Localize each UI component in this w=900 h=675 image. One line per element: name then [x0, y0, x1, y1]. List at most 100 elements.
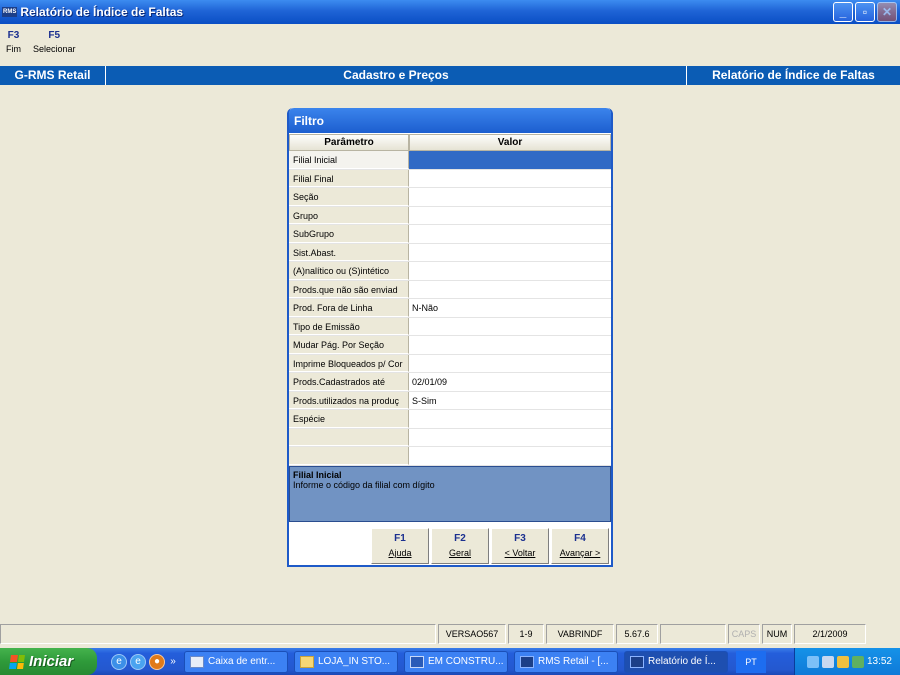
media-icon[interactable]: ●: [149, 653, 165, 670]
quicklaunch-more-icon[interactable]: »: [168, 654, 178, 670]
selecionar-button[interactable]: F5 Selecionar: [27, 30, 82, 62]
volume-icon[interactable]: [821, 655, 834, 668]
ajuda-button[interactable]: F1 Ajuda: [371, 528, 429, 564]
grid-row[interactable]: Mudar Pág. Por Seção: [289, 336, 611, 355]
task-rms-retail[interactable]: RMS Retail - [...: [514, 650, 618, 673]
grid-row[interactable]: Sist.Abast.: [289, 243, 611, 262]
value-cell[interactable]: 02/01/09: [409, 373, 611, 391]
report-name: Relatório de Índice de Faltas: [712, 68, 875, 82]
grid-header: Parâmetro Valor: [289, 134, 611, 151]
column-header-valor[interactable]: Valor: [409, 134, 611, 151]
internet-explorer-icon[interactable]: e: [111, 653, 127, 670]
value-cell[interactable]: [409, 243, 611, 261]
value-cell[interactable]: [409, 206, 611, 224]
close-button[interactable]: ✕: [877, 2, 897, 22]
parameter-cell: Filial Inicial: [289, 151, 409, 169]
app-tray-icon[interactable]: [851, 655, 864, 668]
network-icon[interactable]: [806, 655, 819, 668]
parameter-cell: [289, 428, 409, 446]
geral-button[interactable]: F2 Geral: [431, 528, 489, 564]
grid-row[interactable]: SubGrupo: [289, 225, 611, 244]
grid-row[interactable]: Prods.Cadastrados até 02/01/09: [289, 373, 611, 392]
button-key: F3: [514, 533, 526, 544]
value-cell[interactable]: N-Não: [409, 299, 611, 317]
parameter-cell: Prods.utilizados na produç: [289, 391, 409, 409]
value-cell[interactable]: [409, 188, 611, 206]
grid-row[interactable]: [289, 447, 611, 466]
status-build: 5.67.6: [616, 624, 658, 644]
grid-row[interactable]: Prod. Fora de Linha N-Não: [289, 299, 611, 318]
parameter-cell: Grupo: [289, 206, 409, 224]
parameter-cell: Sist.Abast.: [289, 243, 409, 261]
grid-row[interactable]: Grupo: [289, 206, 611, 225]
grid-row[interactable]: Filial Inicial: [289, 151, 611, 170]
grid-row[interactable]: [289, 428, 611, 447]
parameter-cell: Espécie: [289, 410, 409, 428]
task-caixa-de-entrada[interactable]: Caixa de entr...: [184, 650, 288, 673]
function-key-toolbar: F3 Fim F5 Selecionar: [0, 30, 82, 62]
parameter-cell: Mudar Pág. Por Seção: [289, 336, 409, 354]
window-controls: _ ▫ ✕: [833, 2, 897, 22]
fkey-code: F3: [7, 30, 20, 41]
clock[interactable]: 13:52: [867, 656, 892, 667]
status-message-area: [0, 624, 436, 644]
grid-row[interactable]: Seção: [289, 188, 611, 207]
value-cell[interactable]: [409, 280, 611, 298]
task-loja-in-sto[interactable]: LOJA_IN STO...: [294, 650, 398, 673]
grid-row[interactable]: Imprime Bloqueados p/ Cor: [289, 354, 611, 373]
quick-launch: e e ● »: [111, 653, 178, 670]
parameter-cell: Imprime Bloqueados p/ Cor: [289, 354, 409, 372]
language-indicator[interactable]: PT: [736, 650, 766, 673]
help-panel: Filial Inicial Informe o código da filia…: [289, 466, 611, 522]
module-name: Cadastro e Preços: [106, 66, 687, 85]
value-cell[interactable]: [409, 262, 611, 280]
value-cell[interactable]: [409, 169, 611, 187]
grid-row[interactable]: Espécie: [289, 410, 611, 429]
value-cell[interactable]: [409, 151, 611, 169]
fkey-label: Fim: [6, 44, 21, 54]
window-title-bar[interactable]: RMS Relatório de Índice de Faltas _ ▫ ✕: [0, 0, 900, 24]
grid-row[interactable]: Filial Final: [289, 169, 611, 188]
grid-row[interactable]: (A)nalítico ou (S)intético: [289, 262, 611, 281]
taskbar: Iniciar e e ● » Caixa de entr... LOJA_IN…: [0, 648, 900, 675]
outlook-icon: [190, 655, 204, 668]
value-cell[interactable]: [409, 225, 611, 243]
voltar-button[interactable]: F3 < Voltar: [491, 528, 549, 564]
value-cell[interactable]: S-Sim: [409, 391, 611, 409]
status-page: 1-9: [508, 624, 544, 644]
value-cell[interactable]: [409, 447, 611, 465]
filter-dialog: Filtro Parâmetro Valor Filial Inicial Fil…: [287, 108, 613, 567]
rms-icon: [630, 655, 644, 668]
parameter-cell: Filial Final: [289, 169, 409, 187]
parameter-cell: Prod. Fora de Linha: [289, 299, 409, 317]
browser-icon[interactable]: e: [130, 653, 146, 670]
grid-row[interactable]: Tipo de Emissão: [289, 317, 611, 336]
grid-row[interactable]: Prods.que não são enviad: [289, 280, 611, 299]
task-relatorio[interactable]: Relatório de Í...: [624, 650, 728, 673]
system-tray: 13:52: [794, 648, 900, 675]
task-label: Relatório de Í...: [648, 656, 716, 667]
status-bar: VERSAO567 1-9 VABRINDF 5.67.6 CAPS NUM 2…: [0, 624, 900, 646]
fim-button[interactable]: F3 Fim: [0, 30, 27, 62]
window-title: Relatório de Índice de Faltas: [20, 5, 184, 19]
value-cell[interactable]: [409, 354, 611, 372]
caps-indicator: CAPS: [728, 624, 760, 644]
parameter-cell: Seção: [289, 188, 409, 206]
status-empty: [660, 624, 726, 644]
value-cell[interactable]: [409, 410, 611, 428]
value-cell[interactable]: [409, 428, 611, 446]
button-key: F4: [574, 533, 586, 544]
help-text: Informe o código da filial com dígito: [293, 480, 435, 490]
avancar-button[interactable]: F4 Avançar >: [551, 528, 609, 564]
minimize-button[interactable]: _: [833, 2, 853, 22]
grid-row[interactable]: Prods.utilizados na produç S-Sim: [289, 391, 611, 410]
value-cell[interactable]: [409, 317, 611, 335]
column-header-parametro[interactable]: Parâmetro: [289, 134, 409, 151]
security-icon[interactable]: [836, 655, 849, 668]
button-label: Ajuda: [388, 548, 412, 558]
value-cell[interactable]: [409, 336, 611, 354]
start-button[interactable]: Iniciar: [0, 648, 97, 675]
dialog-title[interactable]: Filtro: [289, 108, 611, 133]
maximize-button[interactable]: ▫: [855, 2, 875, 22]
task-em-construcao[interactable]: EM CONSTRU...: [404, 650, 508, 673]
